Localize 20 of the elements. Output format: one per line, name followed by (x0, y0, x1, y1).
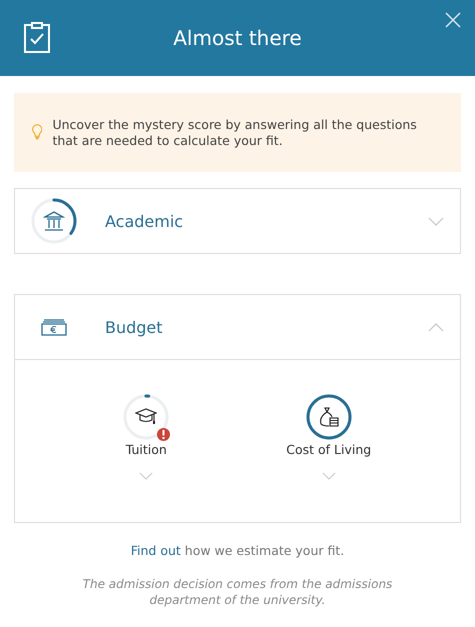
category-label: Cost of Living (286, 442, 372, 457)
category-label: Tuition (126, 442, 167, 457)
section-title: Budget (105, 318, 164, 336)
chevron-up-icon[interactable] (428, 322, 444, 332)
section-header[interactable]: Budget (15, 295, 460, 360)
chevron-down-icon[interactable] (428, 216, 444, 226)
estimate-info-text: Find out how we estimate your fit. (130, 543, 344, 558)
bank-icon (43, 210, 65, 232)
graduation-cap-icon (135, 407, 158, 427)
window-title: Almost there (173, 26, 302, 50)
banknote-icon (41, 318, 67, 336)
find-out-link[interactable]: Find out (130, 543, 181, 558)
close-icon[interactable] (445, 12, 461, 28)
disclaimer-text: The admission decision comes from the admissions department of the university. (82, 576, 394, 608)
chevron-down-icon[interactable] (322, 472, 336, 480)
section-title: Academic (105, 212, 184, 230)
tip-text: Uncover the mystery score by answering all the questions that are needed to calculate your fit. (52, 116, 418, 148)
section-header[interactable]: Academic (15, 189, 460, 253)
chevron-down-icon[interactable] (139, 472, 154, 480)
clipboard-check-icon (22, 20, 52, 54)
